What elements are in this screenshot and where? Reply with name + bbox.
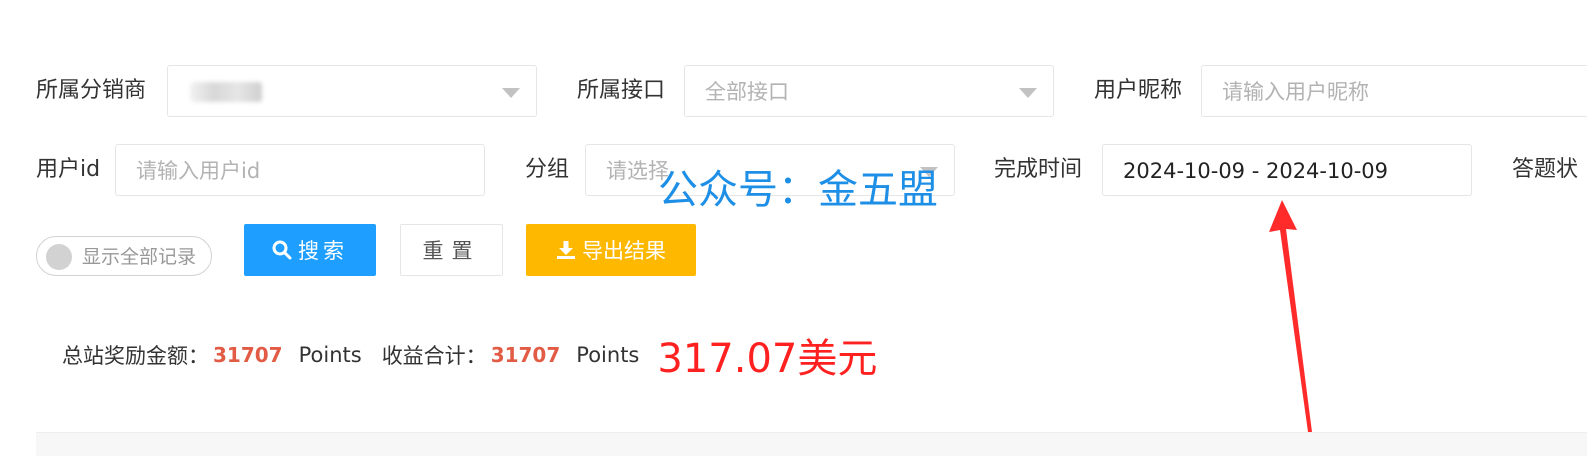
table-header-edge (36, 432, 1587, 456)
annotation-arrow (1269, 200, 1312, 432)
